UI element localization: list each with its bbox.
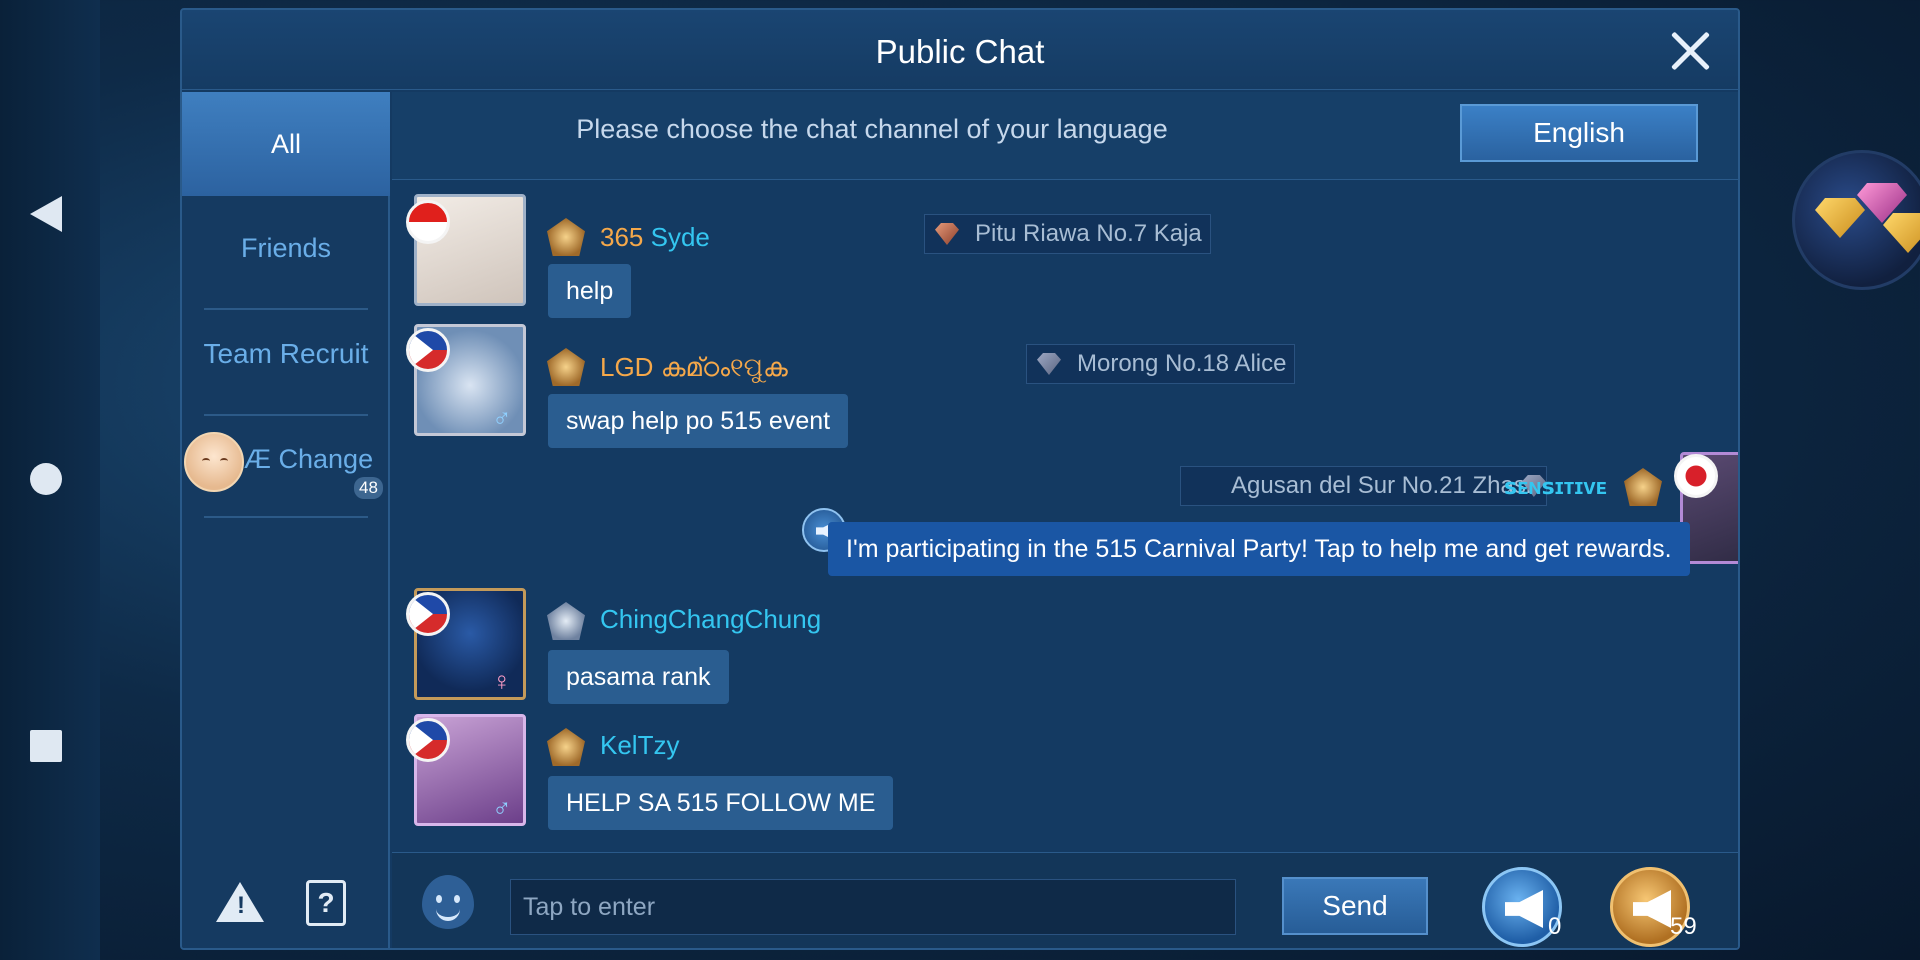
user-name[interactable]: ꜱᴇɴꜱɪᴛɪᴠᴇ — [1504, 474, 1607, 500]
female-icon: ♀ — [492, 666, 512, 696]
list-item: ♂ KelTzy HELP SA 515 FOLLOW ME — [392, 714, 1738, 834]
gem-icon — [1883, 213, 1920, 253]
back-icon[interactable] — [30, 196, 62, 232]
philippines-flag-icon — [406, 592, 450, 636]
page-title: Public Chat — [875, 33, 1045, 70]
location-tag: Agusan del Sur No.21 Zhask — [1180, 466, 1547, 506]
location-tag: Morong No.18 Alice — [1026, 344, 1296, 384]
home-icon[interactable] — [30, 463, 62, 495]
horn-count: 0 — [1548, 913, 1562, 940]
title-bar: Public Chat — [182, 10, 1738, 90]
japan-flag-icon — [1674, 454, 1718, 498]
help-book-icon[interactable]: ? — [306, 880, 346, 926]
sidebar-item-friends[interactable]: Friends — [182, 196, 390, 300]
message-bubble[interactable]: pasama rank — [548, 650, 729, 704]
sidebar-item-change[interactable]: Æ Change 48 — [182, 430, 390, 500]
sidebar-item-all[interactable]: All — [182, 92, 390, 196]
unread-count-badge: 48 — [354, 477, 383, 499]
message-bubble[interactable]: swap help po 515 event — [548, 394, 849, 448]
gem-icon — [1815, 198, 1865, 238]
avatar — [184, 432, 244, 492]
location-tag: Pitu Riawa No.7 Kaja — [924, 214, 1211, 254]
send-button[interactable]: Send — [1282, 877, 1428, 935]
user-name[interactable]: KelTzy — [600, 730, 679, 761]
philippines-flag-icon — [406, 328, 450, 372]
rank-icon — [547, 218, 585, 256]
rank-icon — [547, 348, 585, 386]
rank-badge-icon — [1037, 353, 1061, 375]
event-badge[interactable] — [1792, 150, 1920, 290]
language-button[interactable]: English — [1460, 104, 1698, 162]
sidebar-item-team-recruit[interactable]: Team Recruit — [182, 302, 390, 406]
recents-icon[interactable] — [30, 730, 62, 762]
warning-icon[interactable]: ! — [216, 882, 264, 922]
language-prompt: Please choose the chat channel of your l… — [576, 114, 1168, 144]
public-chat-panel: Public Chat All Friends Team Recruit Æ C… — [180, 8, 1740, 950]
chat-input[interactable] — [510, 879, 1236, 935]
close-icon[interactable] — [1668, 28, 1712, 72]
rank-badge-icon — [935, 223, 959, 245]
list-item: ♀ ChingChangChung pasama rank — [392, 588, 1738, 708]
language-bar: Please choose the chat channel of your l… — [392, 92, 1738, 180]
list-item: 365 Syde Pitu Riawa No.7 Kaja help — [392, 194, 1738, 318]
user-name[interactable]: 365 Syde — [600, 222, 710, 253]
message-bubble[interactable]: help — [548, 264, 632, 318]
rank-icon — [547, 602, 585, 640]
male-icon: ♂ — [492, 792, 512, 822]
sidebar-divider — [204, 516, 368, 518]
philippines-flag-icon — [406, 718, 450, 762]
sidebar-divider — [204, 414, 368, 416]
chat-area: Please choose the chat channel of your l… — [392, 92, 1738, 852]
android-nav-bar — [0, 0, 100, 960]
list-item: Agusan del Sur No.21 Zhask ꜱᴇɴꜱɪᴛɪᴠᴇ ♂ I… — [392, 452, 1738, 578]
user-name[interactable]: ChingChangChung — [600, 604, 821, 635]
list-item: ♂ LGD കമ്ഠം୧ପୁക Morong No.18 Alice swap … — [392, 324, 1738, 448]
rank-icon — [1624, 468, 1662, 506]
sidebar: All Friends Team Recruit Æ Change 48 ! ? — [182, 92, 390, 948]
sidebar-item-label: Æ Change — [244, 444, 374, 474]
horn-count: 59 — [1670, 913, 1697, 940]
emoji-icon[interactable] — [422, 875, 474, 929]
indonesia-flag-icon — [406, 200, 450, 244]
rank-icon — [547, 728, 585, 766]
message-bubble[interactable]: I'm participating in the 515 Carnival Pa… — [828, 522, 1690, 576]
input-bar: Send 0 59 — [392, 852, 1738, 948]
user-name[interactable]: LGD കമ്ഠം୧ପୁക — [600, 352, 788, 384]
male-icon: ♂ — [492, 402, 512, 432]
message-bubble[interactable]: HELP SA 515 FOLLOW ME — [548, 776, 894, 830]
